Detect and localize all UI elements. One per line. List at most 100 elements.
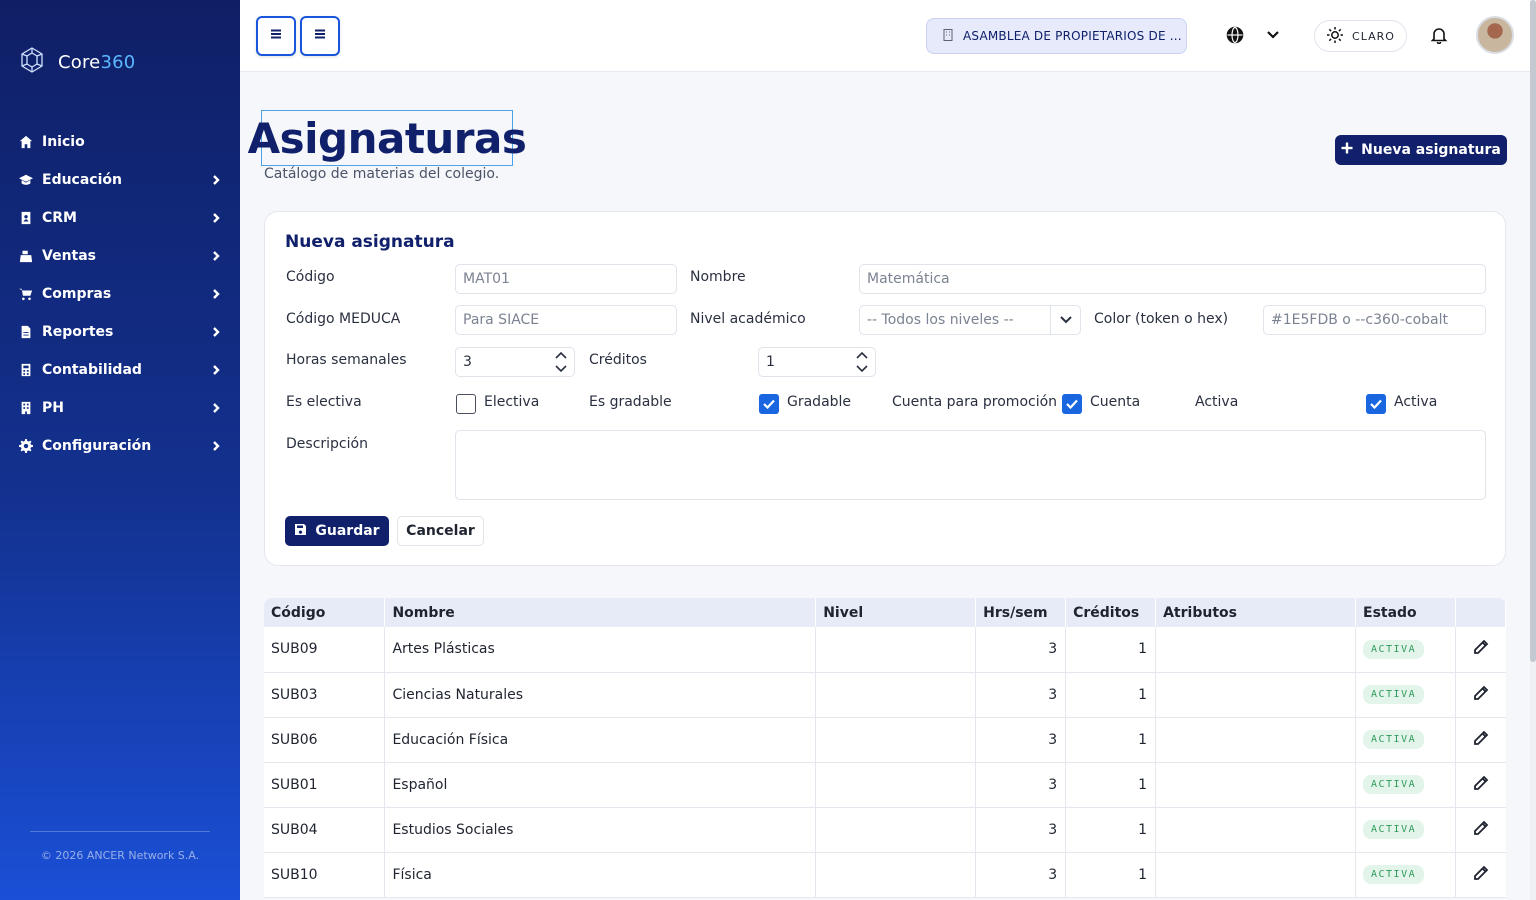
menu-secondary-button[interactable] xyxy=(300,16,340,56)
menu-toggle-button[interactable] xyxy=(256,16,296,56)
cell-nivel xyxy=(815,717,977,763)
promocion-checkbox[interactable] xyxy=(1062,394,1082,414)
col-header-estado[interactable]: Estado xyxy=(1355,598,1456,627)
activa-option[interactable]: Activa xyxy=(1394,394,1437,410)
col-header-nivel[interactable]: Nivel xyxy=(815,598,977,627)
sidebar-item-ventas[interactable]: Ventas xyxy=(0,237,240,275)
cell-hrs: 3 xyxy=(975,672,1067,718)
chevron-down-icon xyxy=(1050,306,1080,334)
col-header-hrs[interactable]: Hrs/sem xyxy=(975,598,1067,627)
color-label: Color (token o hex) xyxy=(1094,311,1229,327)
cell-actions xyxy=(1455,807,1506,853)
cell-estado: ACTIVA xyxy=(1355,627,1456,673)
status-badge: ACTIVA xyxy=(1363,730,1425,749)
cell-hrs: 3 xyxy=(975,627,1067,673)
sidebar-item-reportes[interactable]: Reportes xyxy=(0,313,240,351)
cell-atributos xyxy=(1155,852,1356,898)
promocion-option[interactable]: Cuenta xyxy=(1090,394,1140,410)
plus-icon xyxy=(1341,142,1353,158)
edit-button[interactable] xyxy=(1473,775,1489,795)
cancel-button[interactable]: Cancelar xyxy=(397,516,484,546)
organization-selector[interactable]: ASAMBLEA DE PROPIETARIOS DE ... xyxy=(926,18,1187,54)
edit-button[interactable] xyxy=(1473,865,1489,885)
sidebar-item-ph[interactable]: PH xyxy=(0,389,240,427)
home-icon xyxy=(18,134,34,150)
graduation-cap-icon xyxy=(18,172,34,188)
sidebar-item-crm[interactable]: CRM xyxy=(0,199,240,237)
cell-actions xyxy=(1455,717,1506,763)
horas-input[interactable]: 3 xyxy=(455,347,575,377)
status-badge: ACTIVA xyxy=(1363,775,1425,794)
descripcion-textarea[interactable] xyxy=(455,430,1486,500)
cell-nivel xyxy=(815,672,977,718)
horas-stepper[interactable] xyxy=(550,350,572,374)
table-row[interactable]: SUB03 Ciencias Naturales 3 1 ACTIVA xyxy=(264,672,1506,718)
sidebar-item-configuracion[interactable]: Configuración xyxy=(0,427,240,465)
cell-codigo: SUB03 xyxy=(264,672,386,718)
edit-button[interactable] xyxy=(1473,639,1489,659)
table-row[interactable]: SUB06 Educación Física 3 1 ACTIVA xyxy=(264,717,1506,763)
col-header-creditos[interactable]: Créditos xyxy=(1065,598,1157,627)
notifications-button[interactable] xyxy=(1430,26,1448,48)
address-book-icon xyxy=(18,210,34,226)
col-header-actions xyxy=(1455,598,1506,627)
new-subject-button[interactable]: Nueva asignatura xyxy=(1335,135,1507,165)
pencil-icon xyxy=(1473,639,1489,655)
cell-creditos: 1 xyxy=(1065,807,1157,853)
col-header-nombre[interactable]: Nombre xyxy=(384,598,817,627)
building-icon xyxy=(943,28,953,44)
codigo-label: Código xyxy=(286,269,335,285)
gradable-option[interactable]: Gradable xyxy=(787,394,851,410)
status-badge: ACTIVA xyxy=(1363,639,1425,659)
page-scrollbar[interactable] xyxy=(1530,0,1536,900)
cell-hrs: 3 xyxy=(975,807,1067,853)
page-subtitle: Catálogo de materias del colegio. xyxy=(264,166,500,182)
activa-checkbox[interactable] xyxy=(1366,394,1386,414)
cell-nivel xyxy=(815,627,977,673)
edit-button[interactable] xyxy=(1473,820,1489,840)
col-header-atributos[interactable]: Atributos xyxy=(1155,598,1356,627)
creditos-stepper[interactable] xyxy=(851,350,873,374)
sidebar: Core360 Inicio Educación CRM Ventas Comp… xyxy=(0,0,240,900)
codigo-input[interactable]: MAT01 xyxy=(455,264,677,294)
sidebar-item-inicio[interactable]: Inicio xyxy=(0,123,240,161)
table-row[interactable]: SUB09 Artes Plásticas 3 1 ACTIVA xyxy=(264,627,1506,673)
color-input[interactable]: #1E5FDB o --c360-cobalt xyxy=(1263,305,1486,335)
cell-nombre: Estudios Sociales xyxy=(384,807,817,853)
calculator-icon xyxy=(18,362,34,378)
table-row[interactable]: SUB01 Español 3 1 ACTIVA xyxy=(264,762,1506,808)
cell-creditos: 1 xyxy=(1065,672,1157,718)
edit-button[interactable] xyxy=(1473,730,1489,750)
nombre-input[interactable]: Matemática xyxy=(859,264,1486,294)
sidebar-item-compras[interactable]: Compras xyxy=(0,275,240,313)
scrollbar-thumb[interactable] xyxy=(1530,0,1536,662)
chevron-right-icon xyxy=(210,174,222,186)
electiva-option[interactable]: Electiva xyxy=(484,394,539,410)
chevron-down-icon xyxy=(856,365,868,373)
sidebar-item-contabilidad[interactable]: Contabilidad xyxy=(0,351,240,389)
codigo-meduca-input[interactable]: Para SIACE xyxy=(455,305,677,335)
sidebar-item-label: Configuración xyxy=(42,438,152,454)
status-badge: ACTIVA xyxy=(1363,865,1425,884)
avatar[interactable] xyxy=(1476,16,1514,54)
table-row[interactable]: SUB10 Física 3 1 ACTIVA xyxy=(264,852,1506,898)
col-header-codigo[interactable]: Código xyxy=(264,598,386,627)
electiva-checkbox[interactable] xyxy=(456,394,476,414)
creditos-input[interactable]: 1 xyxy=(758,347,876,377)
brand-logo[interactable]: Core360 xyxy=(18,46,135,78)
gradable-checkbox[interactable] xyxy=(759,394,779,414)
edit-button[interactable] xyxy=(1473,685,1489,705)
theme-toggle-button[interactable]: CLARO xyxy=(1314,20,1407,52)
language-selector[interactable] xyxy=(1226,26,1282,48)
cell-estado: ACTIVA xyxy=(1355,672,1456,718)
topbar: ASAMBLEA DE PROPIETARIOS DE ... CLARO xyxy=(240,0,1530,72)
save-button[interactable]: Guardar xyxy=(285,516,389,546)
sidebar-item-educacion[interactable]: Educación xyxy=(0,161,240,199)
nivel-select[interactable]: -- Todos los niveles -- xyxy=(859,305,1081,335)
chevron-right-icon xyxy=(210,364,222,376)
theme-label: CLARO xyxy=(1352,29,1395,43)
cell-nivel xyxy=(815,762,977,808)
pencil-icon xyxy=(1473,865,1489,880)
cell-actions xyxy=(1455,627,1506,673)
table-row[interactable]: SUB04 Estudios Sociales 3 1 ACTIVA xyxy=(264,807,1506,853)
